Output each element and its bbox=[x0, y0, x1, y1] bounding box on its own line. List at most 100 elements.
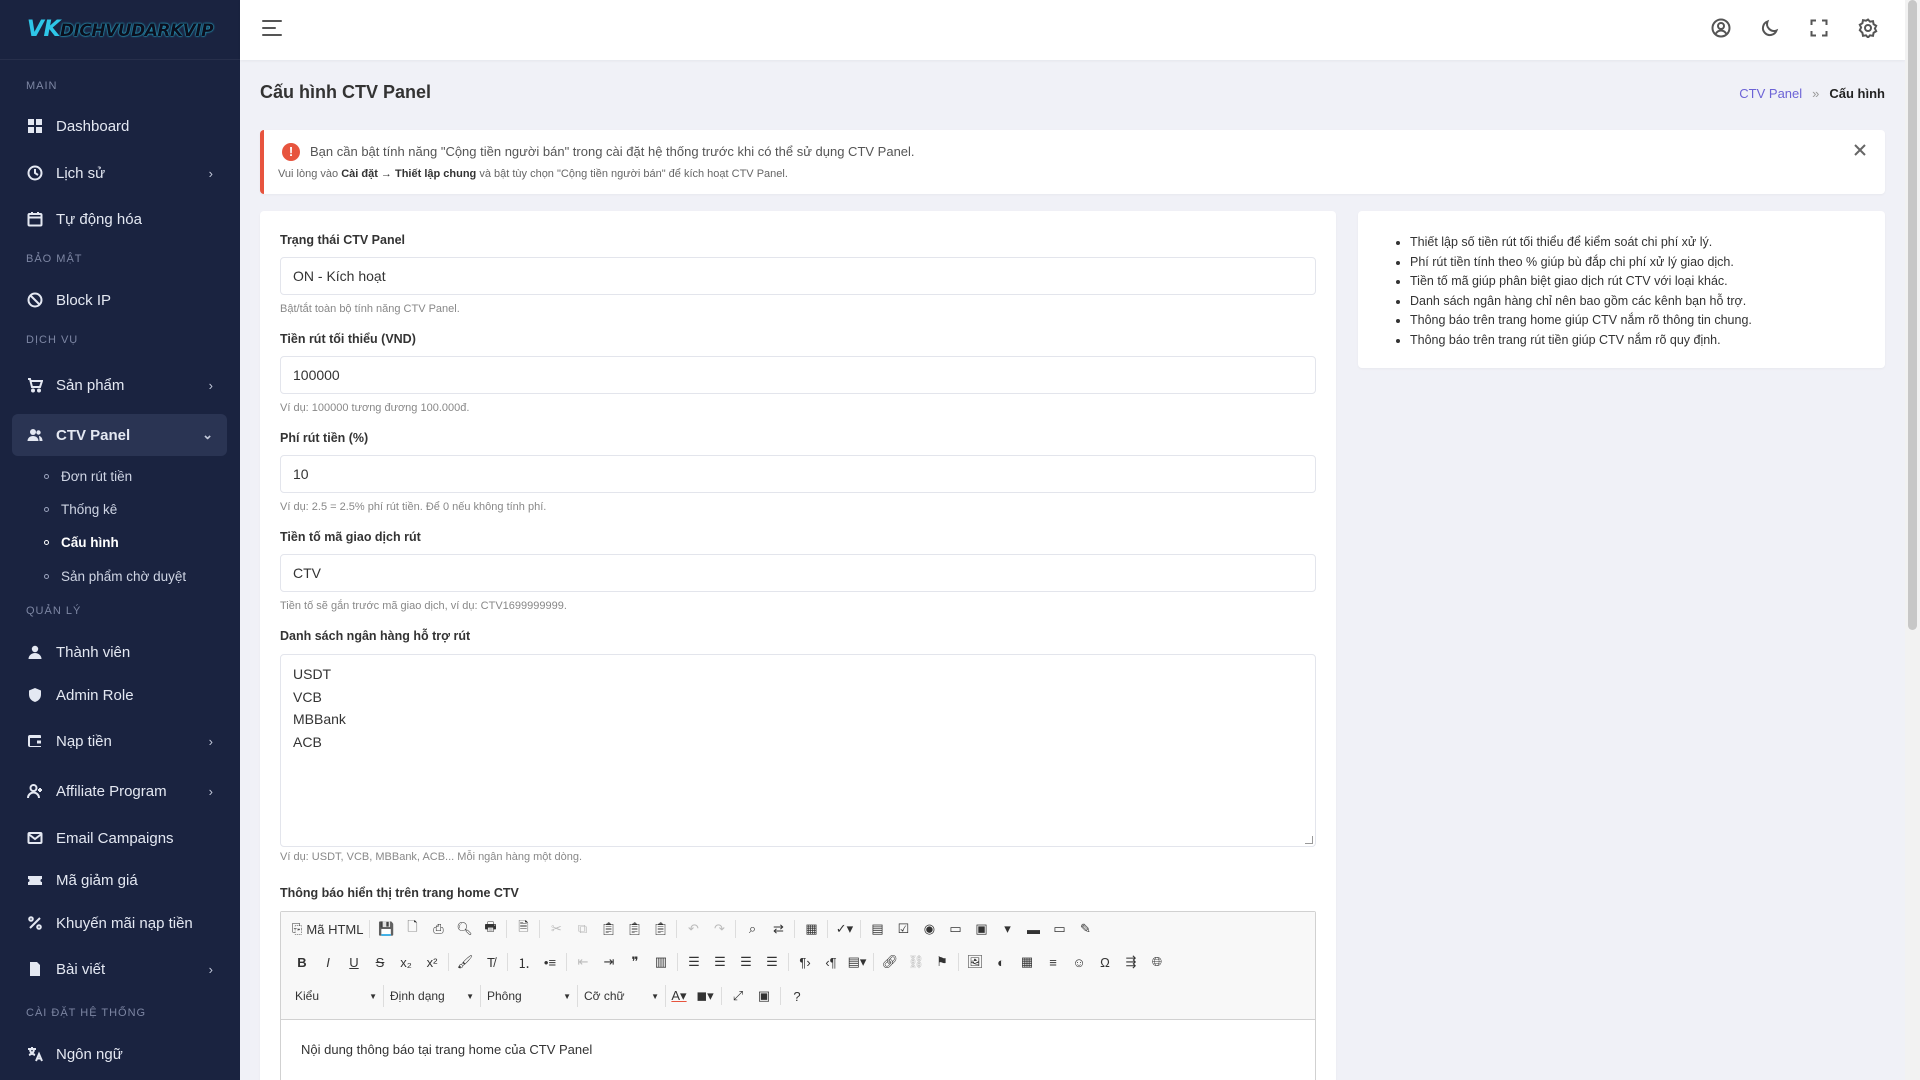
sidebar-item-dashboard[interactable]: Dashboard bbox=[12, 105, 227, 147]
align-right-icon[interactable]: ☰ bbox=[733, 951, 759, 973]
justify-icon[interactable]: ☰ bbox=[759, 951, 785, 973]
gear-icon[interactable] bbox=[1858, 18, 1882, 42]
page-scrollbar[interactable] bbox=[1905, 0, 1920, 1080]
select-all-icon[interactable]: ▦ bbox=[798, 918, 824, 940]
remove-format-icon[interactable]: T̸ bbox=[478, 951, 504, 973]
show-blocks-icon[interactable]: ▣ bbox=[751, 985, 777, 1007]
sidebar-item-members[interactable]: Thành viên bbox=[12, 631, 227, 673]
sidebar-item-admin-role[interactable]: Admin Role bbox=[12, 674, 227, 716]
replace-icon[interactable]: ⇄ bbox=[765, 918, 791, 940]
smiley-icon[interactable]: ☺ bbox=[1066, 951, 1092, 973]
link-icon[interactable]: 🔗︎ bbox=[877, 951, 903, 973]
help-icon[interactable]: ? bbox=[784, 985, 810, 1007]
checkbox-icon[interactable]: ☑ bbox=[890, 918, 916, 940]
new-page-icon[interactable]: 🗋 bbox=[399, 918, 425, 940]
print-icon[interactable]: 🖶 bbox=[477, 918, 503, 940]
export-pdf-icon[interactable]: ⎙ bbox=[425, 918, 451, 940]
strikethrough-icon[interactable]: S bbox=[367, 951, 393, 973]
preview-icon[interactable]: 🔍︎ bbox=[451, 918, 477, 940]
anchor-icon[interactable]: ⚑ bbox=[929, 951, 955, 973]
textfield-icon[interactable]: ▭ bbox=[942, 918, 968, 940]
editor-content[interactable]: Nội dung thông báo tại trang home của CT… bbox=[281, 1020, 1315, 1079]
special-char-icon[interactable]: Ω bbox=[1092, 951, 1118, 973]
user-circle-icon[interactable] bbox=[1711, 18, 1735, 42]
textarea-icon[interactable]: ▣ bbox=[968, 918, 994, 940]
sidebar-item-email[interactable]: Email Campaigns bbox=[12, 817, 227, 859]
text-color-icon[interactable]: A▾ bbox=[666, 985, 692, 1007]
sidebar-item-posts[interactable]: Bài viết › bbox=[12, 948, 227, 990]
paste-word-icon[interactable]: 📋︎ bbox=[647, 918, 673, 940]
div-container-icon[interactable]: ▥ bbox=[648, 951, 674, 973]
table-icon[interactable]: ▦ bbox=[1014, 951, 1040, 973]
paste-icon[interactable]: 📋︎ bbox=[595, 918, 621, 940]
align-left-icon[interactable]: ☰ bbox=[681, 951, 707, 973]
form-icon[interactable]: ▤ bbox=[864, 918, 890, 940]
banks-textarea[interactable]: USDT VCB MBBank ACB bbox=[280, 654, 1316, 847]
sidebar-item-language[interactable]: Ngôn ngữ bbox=[12, 1033, 227, 1075]
sidebar-item-history[interactable]: Lịch sử › bbox=[12, 152, 227, 194]
paste-text-icon[interactable]: 📋︎ bbox=[621, 918, 647, 940]
templates-icon[interactable]: 🗎 bbox=[510, 918, 536, 940]
sidebar-subitem-config[interactable]: Cấu hình bbox=[44, 531, 119, 553]
scrollbar-thumb[interactable] bbox=[1908, 0, 1917, 630]
sidebar-item-block-ip[interactable]: Block IP bbox=[12, 279, 227, 321]
maximize-icon[interactable]: ⤢ bbox=[725, 985, 751, 1007]
language-icon[interactable]: ▤▾ bbox=[844, 951, 870, 973]
menu-icon[interactable] bbox=[262, 20, 282, 40]
copy-icon[interactable]: ⧉ bbox=[569, 918, 595, 940]
bold-icon[interactable]: B bbox=[289, 951, 315, 973]
size-dropdown[interactable]: Cỡ chữ ▼ bbox=[578, 985, 666, 1007]
sidebar-item-coupon[interactable]: Mã giảm giá bbox=[12, 859, 227, 901]
sidebar-item-affiliate[interactable]: Affiliate Program › bbox=[12, 770, 227, 812]
sidebar-item-promo[interactable]: Khuyến mãi nạp tiền bbox=[12, 902, 227, 944]
breadcrumb-link-ctv-panel[interactable]: CTV Panel bbox=[1739, 86, 1802, 101]
bg-color-icon[interactable]: ◼▾ bbox=[692, 985, 718, 1007]
status-select[interactable]: ON - Kích hoạt bbox=[280, 257, 1316, 295]
italic-icon[interactable]: I bbox=[315, 951, 341, 973]
moon-icon[interactable] bbox=[1760, 18, 1784, 42]
horizontal-line-icon[interactable]: ≡ bbox=[1040, 951, 1066, 973]
iframe-icon[interactable]: 🌐︎ bbox=[1144, 951, 1170, 973]
superscript-icon[interactable]: x² bbox=[419, 951, 445, 973]
style-dropdown[interactable]: Kiểu ▼ bbox=[289, 985, 384, 1007]
sidebar-subitem-stats[interactable]: Thống kê bbox=[44, 498, 117, 520]
radio-icon[interactable]: ◉ bbox=[916, 918, 942, 940]
rtl-icon[interactable]: ‹¶ bbox=[818, 951, 844, 973]
resize-handle[interactable] bbox=[1305, 836, 1313, 844]
select-icon[interactable]: ▾ bbox=[994, 918, 1020, 940]
underline-icon[interactable]: U bbox=[341, 951, 367, 973]
image-icon[interactable]: 🖼︎ bbox=[962, 951, 988, 973]
ltr-icon[interactable]: ¶› bbox=[792, 951, 818, 973]
button-icon[interactable]: ▬ bbox=[1020, 918, 1046, 940]
close-icon[interactable] bbox=[1853, 143, 1871, 161]
undo-icon[interactable]: ↶ bbox=[680, 918, 706, 940]
subscript-icon[interactable]: x₂ bbox=[393, 951, 419, 973]
align-center-icon[interactable]: ☰ bbox=[707, 951, 733, 973]
sidebar-item-products[interactable]: Sản phẩm › bbox=[12, 364, 227, 406]
blockquote-icon[interactable]: ❞ bbox=[622, 951, 648, 973]
brand-logo[interactable]: VKDICHVUDARKVIP bbox=[0, 0, 240, 60]
save-icon[interactable]: 💾 bbox=[373, 918, 399, 940]
font-dropdown[interactable]: Phông ▼ bbox=[481, 985, 578, 1007]
find-icon[interactable]: ⌕ bbox=[739, 918, 765, 940]
spellcheck-icon[interactable]: ✓▾ bbox=[831, 918, 857, 940]
outdent-icon[interactable]: ⇤ bbox=[570, 951, 596, 973]
redo-icon[interactable]: ↷ bbox=[706, 918, 732, 940]
unlink-icon[interactable]: ⛓ bbox=[903, 951, 929, 973]
numbered-list-icon[interactable]: ⒈ bbox=[511, 951, 537, 973]
sidebar-item-ctv-panel[interactable]: CTV Panel ⌄ bbox=[12, 414, 227, 456]
indent-icon[interactable]: ⇥ bbox=[596, 951, 622, 973]
source-button[interactable]: ⎘ Mã HTML bbox=[289, 918, 366, 940]
cut-icon[interactable]: ✂ bbox=[543, 918, 569, 940]
fee-input[interactable]: 10 bbox=[280, 455, 1316, 493]
fullscreen-icon[interactable] bbox=[1809, 18, 1833, 42]
image-button-icon[interactable]: ▭ bbox=[1046, 918, 1072, 940]
min-withdraw-input[interactable]: 100000 bbox=[280, 356, 1316, 394]
page-break-icon[interactable]: ⇶ bbox=[1118, 951, 1144, 973]
copy-format-icon[interactable]: 🖌︎ bbox=[452, 951, 478, 973]
format-dropdown[interactable]: Định dạng ▼ bbox=[384, 985, 481, 1007]
flash-icon[interactable]: ◐ bbox=[988, 951, 1014, 973]
sidebar-item-deposit[interactable]: Nạp tiền › bbox=[12, 720, 227, 762]
sidebar-item-automation[interactable]: Tự động hóa bbox=[12, 198, 227, 240]
hidden-field-icon[interactable]: ✎ bbox=[1072, 918, 1098, 940]
